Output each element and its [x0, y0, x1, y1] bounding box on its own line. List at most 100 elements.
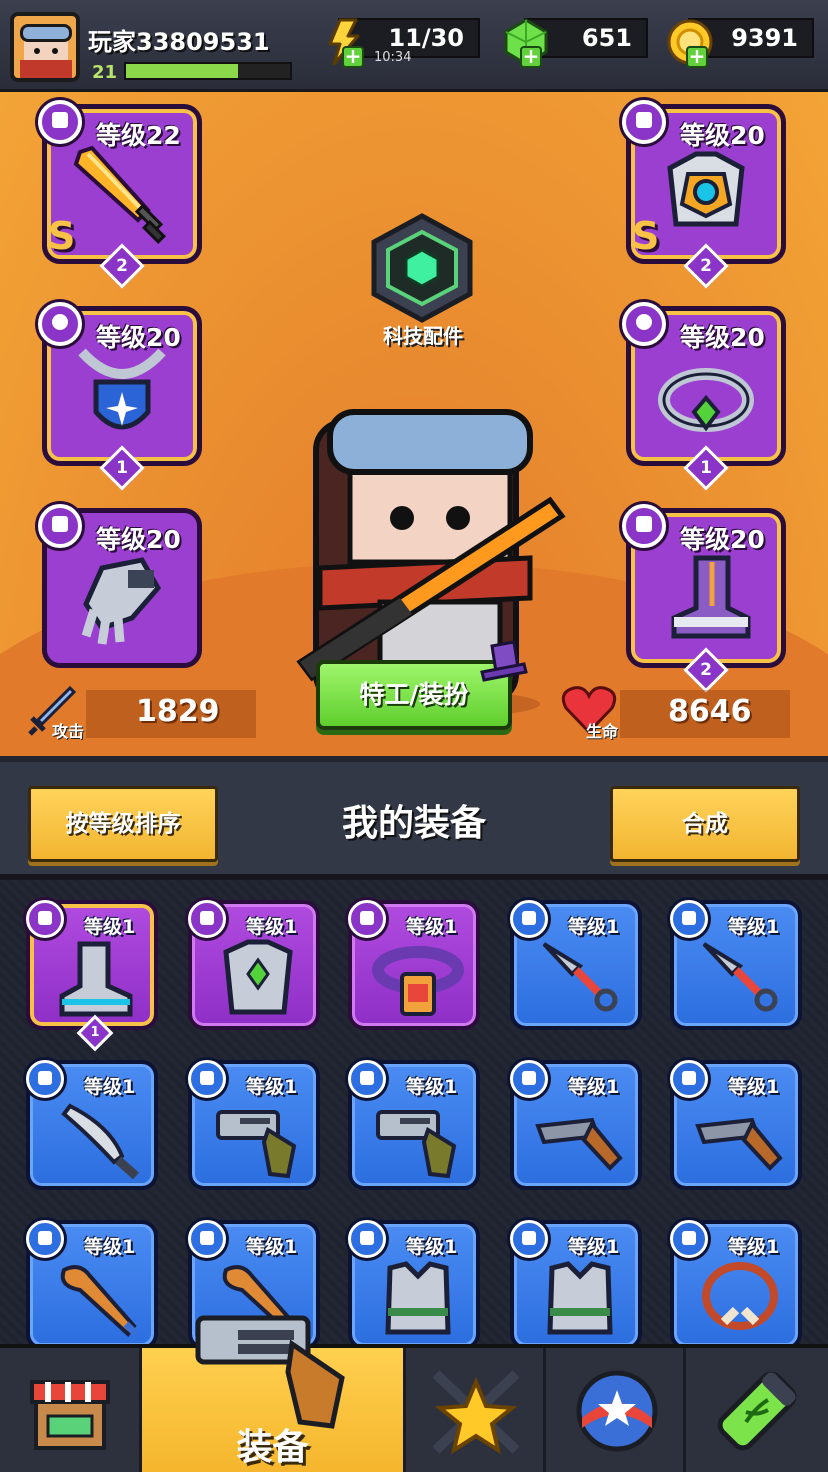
energy-add-button[interactable]: + — [342, 46, 364, 68]
coins-add-button[interactable]: + — [686, 46, 708, 68]
hp-stat: 8646 — [620, 690, 790, 738]
boot-icon — [671, 555, 751, 639]
inventory-header: 按等级排序 我的装备 合成 — [0, 756, 828, 880]
boot-category-icon — [622, 504, 666, 548]
tab-shop[interactable] — [0, 1348, 142, 1472]
inventory-item[interactable]: 等级1 — [188, 1060, 320, 1190]
pistol-category-icon — [38, 100, 82, 144]
item-category-icon — [188, 1060, 226, 1098]
item-category-icon — [26, 1220, 64, 1258]
attack-label: 攻击 — [52, 722, 85, 741]
rank-badge: S — [48, 214, 76, 258]
hp-label: 生命 — [586, 722, 619, 741]
item-level: 等级1 — [568, 1236, 620, 1258]
inventory-item[interactable]: 等级1 — [348, 900, 480, 1030]
revolver-icon — [195, 1315, 345, 1429]
crossed-swords-star-icon — [432, 1370, 520, 1455]
merge-button[interactable]: 合成 — [610, 786, 800, 862]
inventory-item[interactable]: 等级1 — [510, 900, 642, 1030]
item-level: 等级1 — [728, 1076, 780, 1098]
weapon-slot[interactable]: 等级22 S 2 — [38, 100, 202, 289]
vest-icon — [547, 1261, 613, 1335]
inventory-item[interactable]: 等级1 1 — [26, 900, 158, 1052]
sword-icon — [73, 145, 167, 244]
item-level: 等级1 — [406, 916, 458, 938]
vest-icon — [385, 1261, 451, 1335]
armor-category-icon — [622, 100, 666, 144]
attack-value: 1829 — [136, 694, 220, 729]
machete-icon — [61, 1103, 139, 1180]
inventory-item[interactable]: 等级1 — [670, 900, 802, 1030]
player-name: 玩家33809531 — [88, 28, 270, 56]
item-level: 等级1 — [84, 916, 136, 938]
item-category-icon — [348, 1060, 386, 1098]
item-category-icon — [348, 900, 386, 938]
inventory-item[interactable]: 等级1 — [670, 1060, 802, 1190]
player-level: 21 — [92, 62, 118, 83]
item-level: 等级1 — [246, 916, 298, 938]
shield-amulet-icon — [78, 348, 166, 430]
item-level: 等级1 — [246, 1236, 298, 1258]
tab-battle[interactable] — [406, 1348, 546, 1472]
item-level: 等级1 — [406, 1076, 458, 1098]
item-category-icon — [670, 1060, 708, 1098]
tab-equipment-label: 装备 — [236, 1427, 309, 1468]
item-category-icon — [670, 900, 708, 938]
item-category-icon — [188, 900, 226, 938]
item-level: 等级1 — [406, 1236, 458, 1258]
top-hat-icon — [480, 640, 528, 682]
dna-capsule-icon — [717, 1371, 797, 1451]
inventory-item[interactable]: 等级1 — [26, 1060, 158, 1190]
rank-badge: S — [632, 214, 660, 258]
player-avatar[interactable] — [10, 12, 80, 82]
item-level: 等级1 — [84, 1076, 136, 1098]
tech-parts-label: 科技配件 — [383, 324, 463, 348]
inventory-item[interactable]: 等级1 — [670, 1220, 802, 1350]
inventory-item[interactable]: 等级1 — [188, 900, 320, 1030]
item-level: 等级1 — [728, 916, 780, 938]
bottom-nav: 装备 — [0, 1315, 828, 1472]
energy-timer: 10:34 — [374, 50, 412, 65]
tab-genes[interactable] — [686, 1348, 828, 1472]
top-bar: 玩家33809531 21 11/30 10:34 + 651 + 9391 + — [0, 0, 828, 92]
item-category-icon — [670, 1220, 708, 1258]
item-category-icon — [510, 900, 548, 938]
xp-bar — [124, 62, 292, 80]
gloves-slot[interactable]: 等级20 — [38, 504, 202, 668]
gems-add-button[interactable]: + — [520, 46, 542, 68]
necklace-slot[interactable]: 等级20 1 — [38, 302, 202, 491]
hp-value: 8646 — [668, 694, 752, 729]
item-category-icon — [510, 1220, 548, 1258]
chest-armor-icon — [223, 939, 293, 1015]
belt-icon — [372, 946, 464, 1016]
gauntlet-icon — [81, 557, 162, 645]
boot-icon — [59, 941, 133, 1017]
glove-category-icon — [38, 504, 82, 548]
item-level: 等级1 — [728, 1236, 780, 1258]
inventory-item[interactable]: 等级1 — [510, 1220, 642, 1350]
inventory-item[interactable]: 等级1 — [510, 1060, 642, 1190]
gems-value: 651 — [581, 24, 632, 52]
item-category-icon — [188, 1220, 226, 1258]
inventory-item[interactable]: 等级1 — [26, 1220, 158, 1350]
necklace-category-icon — [38, 302, 82, 346]
attack-stat: 1829 — [86, 690, 256, 738]
ring-slot[interactable]: 等级20 1 — [622, 302, 786, 491]
item-level: 等级1 — [568, 1076, 620, 1098]
item-category-icon — [348, 1220, 386, 1258]
tab-equipment[interactable]: 装备 — [142, 1315, 406, 1472]
character-panel: 等级22 S 2 等级20 1 等级20 等级20 S 2 等级20 1 等级2… — [0, 92, 828, 756]
bat-icon — [60, 1265, 139, 1337]
item-category-icon — [26, 1060, 64, 1098]
shop-icon — [30, 1380, 110, 1450]
boots-slot[interactable]: 等级20 2 — [622, 504, 786, 693]
tab-talents[interactable] — [546, 1348, 686, 1472]
hex-gem-badge-icon[interactable] — [366, 212, 478, 324]
ring-icon — [658, 368, 754, 432]
bone-necklace-icon — [702, 1262, 778, 1330]
inventory-item[interactable]: 等级1 — [348, 1060, 480, 1190]
revolver-icon — [216, 1110, 297, 1179]
energy-value: 11/30 — [388, 24, 464, 52]
armor-slot[interactable]: 等级20 S 2 — [622, 100, 786, 289]
inventory-item[interactable]: 等级1 — [348, 1220, 480, 1350]
